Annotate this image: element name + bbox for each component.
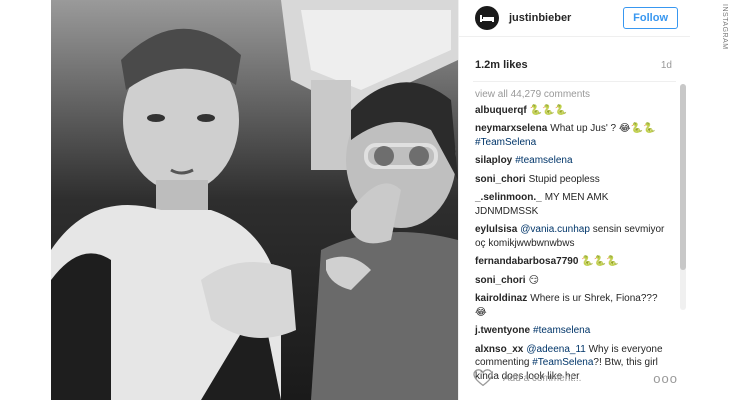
comment-username[interactable]: _.selinmoon._ — [475, 192, 542, 203]
comment-username[interactable]: soni_chori — [475, 174, 526, 185]
scrollbar-thumb[interactable] — [680, 84, 686, 270]
comment-username[interactable]: fernandabarbosa7790 — [475, 256, 578, 267]
comment-username[interactable]: soni_chori — [475, 275, 526, 286]
heart-icon[interactable] — [473, 369, 493, 387]
comment-item: j.twentyone #teamselena — [475, 324, 668, 338]
post-age: 1d — [660, 59, 672, 71]
comments-list[interactable]: view all 44,279 comments albuquerqf 🐍🐍🐍 ne… — [459, 82, 690, 400]
comment-username[interactable]: eylulsisa — [475, 224, 517, 235]
comment-emoji: 😂 — [475, 306, 487, 318]
post-meta: 1.2m likes 1d — [459, 37, 690, 71]
bed-logo-icon[interactable] — [475, 6, 499, 30]
comment-item: kairoldinaz Where is ur Shrek, Fiona??? 😂 — [475, 292, 668, 319]
likes-count[interactable]: 1.2m likes — [475, 59, 528, 71]
comment-item: eylulsisa @vania.cunhap sensin sevmiyor o… — [475, 223, 668, 250]
comment-item: soni_chori 😏 — [475, 274, 668, 288]
comment-text: Stupid peopless — [528, 173, 600, 185]
comments-scrollbar[interactable] — [680, 84, 686, 310]
comment-emoji: 😂🐍🐍 — [618, 123, 656, 134]
comment-item: neymarxselena What up Jus' ? 😂🐍🐍 #TeamSel… — [475, 122, 668, 149]
comment-username[interactable]: alxnso_xx — [475, 344, 523, 355]
comment-link[interactable]: #teamselena — [515, 155, 572, 166]
comment-link[interactable]: #TeamSelena — [475, 137, 536, 148]
post-photo — [51, 0, 458, 400]
comment-username[interactable]: albuquerqf — [475, 105, 527, 116]
photo-illustration — [51, 0, 458, 400]
watermark: INSTAGRAM — [721, 4, 728, 50]
comment-username[interactable]: kairoldinaz — [475, 293, 527, 304]
comment-text: What up Jus' ? — [550, 123, 619, 134]
comment-item: silaploy #teamselena — [475, 154, 668, 168]
comment-text: Where is ur Shrek, Fiona??? — [530, 293, 658, 304]
comment-username[interactable]: j.twentyone — [475, 325, 530, 336]
comment-emoji: 😏 — [528, 274, 540, 286]
view-all-comments-link[interactable]: view all 44,279 comments — [475, 88, 668, 102]
comment-item: soni_chori Stupid peopless — [475, 173, 668, 187]
comment-item: fernandabarbosa7790 🐍🐍🐍 — [475, 255, 668, 269]
follow-button[interactable]: Follow — [623, 7, 678, 29]
comment-username[interactable]: silaploy — [475, 155, 512, 166]
comment-link[interactable]: @vania.cunhap — [520, 224, 590, 235]
post-header: justinbieber Follow — [459, 0, 690, 37]
comment-footer: Add a comment... ooo — [459, 356, 690, 400]
more-options-icon[interactable]: ooo — [653, 371, 678, 386]
comment-link[interactable]: @adeena_11 — [526, 344, 585, 355]
post-panel: justinbieber Follow 1.2m likes 1d view a… — [458, 0, 690, 400]
comments-container: albuquerqf 🐍🐍🐍 neymarxselena What up Jus' ?… — [475, 104, 668, 384]
add-comment-input[interactable]: Add a comment... — [503, 373, 653, 384]
comment-item: albuquerqf 🐍🐍🐍 — [475, 104, 668, 118]
comment-link[interactable]: #teamselena — [533, 325, 590, 336]
comment-emoji: 🐍🐍🐍 — [529, 104, 568, 116]
comment-username[interactable]: neymarxselena — [475, 123, 547, 134]
comment-item: _.selinmoon._ MY MEN AMK JDNMDMSSK — [475, 191, 668, 218]
comment-emoji: 🐍🐍🐍 — [581, 256, 619, 267]
post-username[interactable]: justinbieber — [509, 12, 623, 24]
